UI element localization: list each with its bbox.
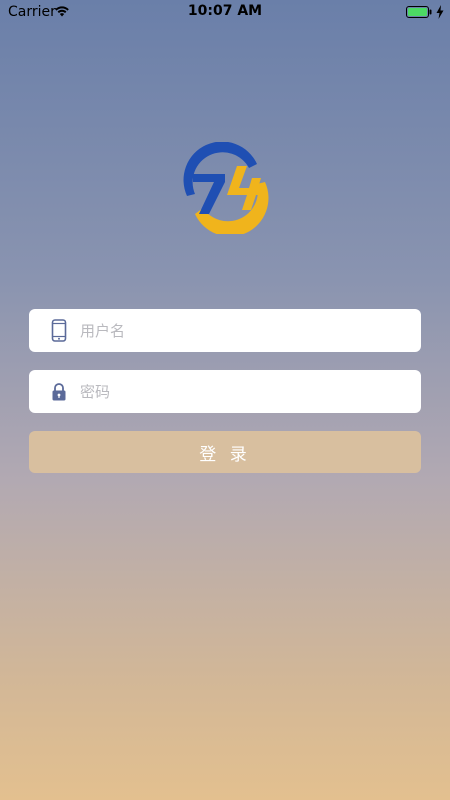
password-field[interactable] [29,370,421,413]
lock-icon [52,383,66,401]
password-input[interactable] [80,370,400,413]
username-field[interactable] [29,309,421,352]
charging-icon [436,5,444,19]
login-button[interactable]: 登 录 [29,431,421,473]
phone-icon [51,319,67,342]
status-bar: Carrier 10:07 AM [0,0,450,24]
app-logo [183,142,269,234]
username-input[interactable] [80,309,400,352]
login-screen: Carrier 10:07 AM 用户名 登 录 [0,0,450,800]
battery-icon [406,6,432,18]
clock: 10:07 AM [187,3,263,19]
